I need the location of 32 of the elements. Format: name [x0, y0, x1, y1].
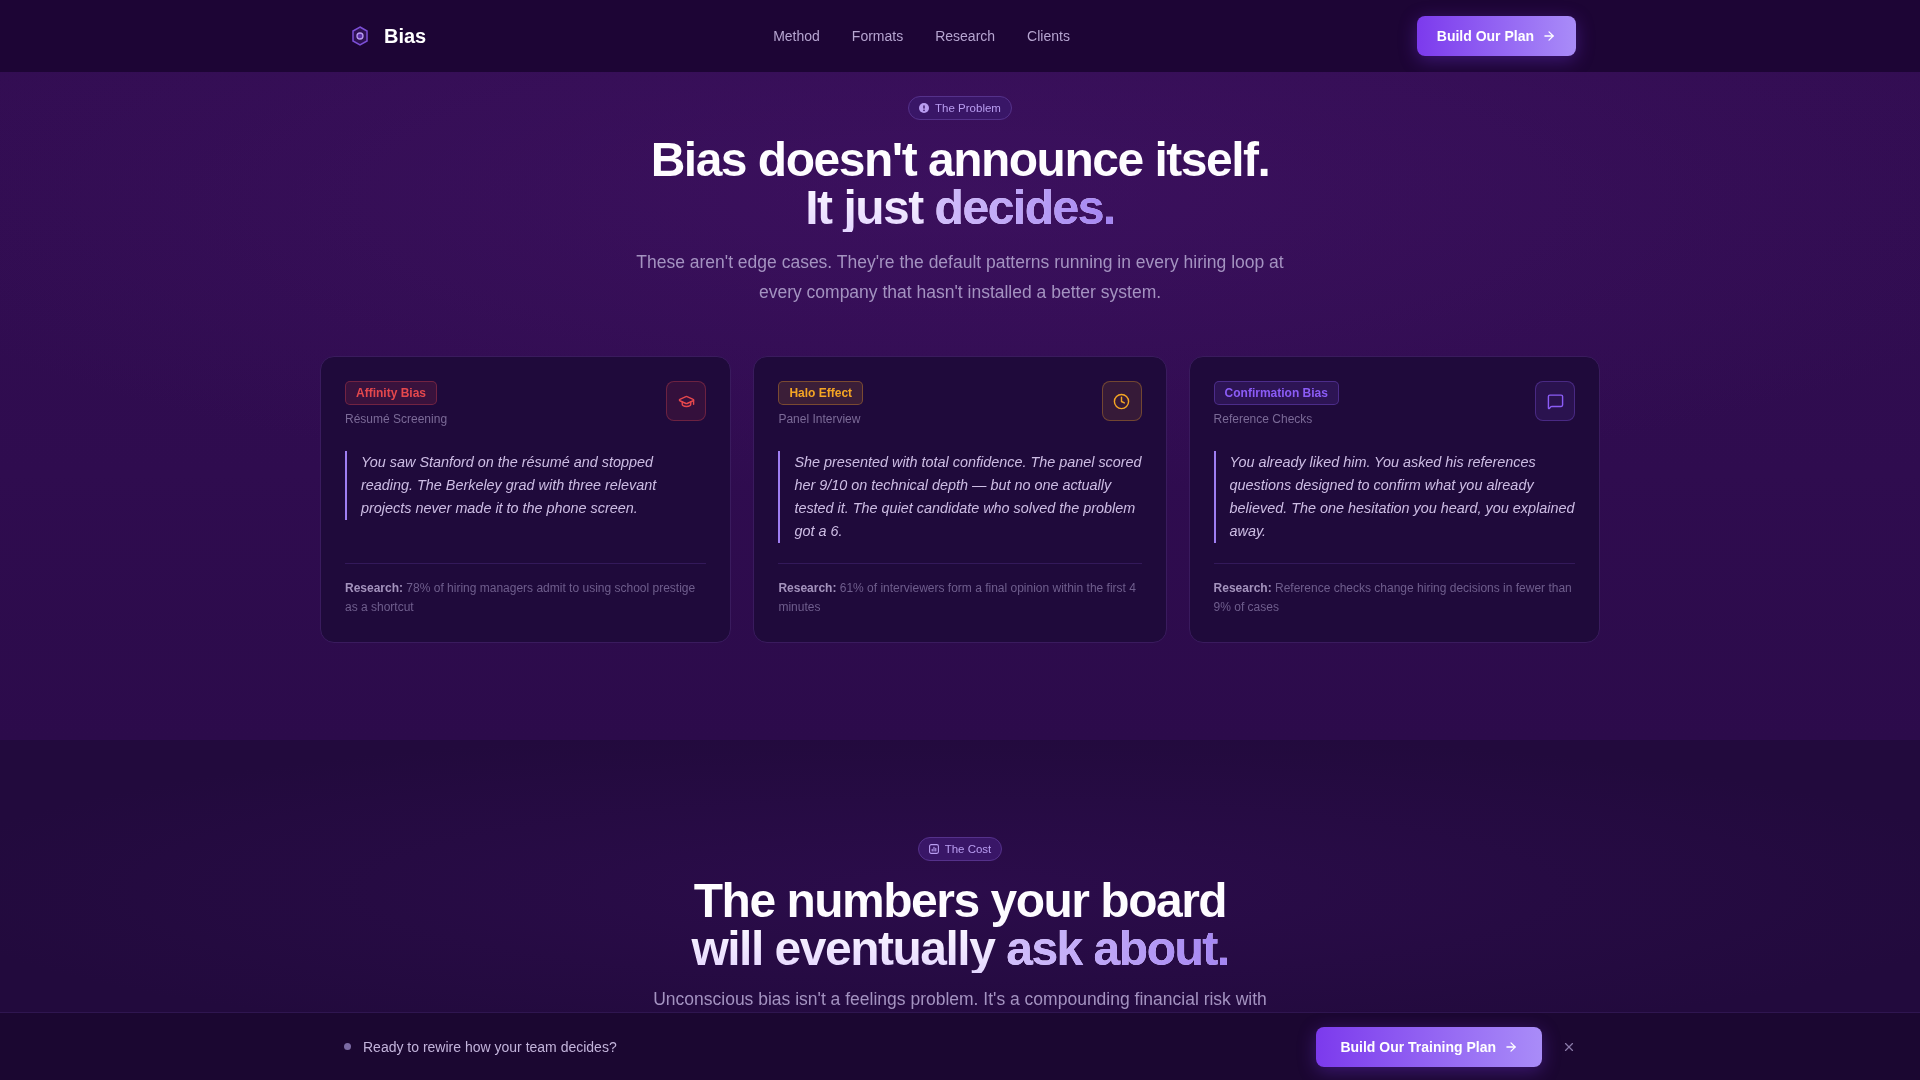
stage-label: Panel Interview: [778, 412, 861, 427]
research-note: Research: Reference checks change hiring decisions in fewer than 9% of cases: [1213, 580, 1573, 616]
section-subtitle: These aren't edge cases. They're the default patterns running in every hiring loop at every company that hasn't installed a better system.: [635, 251, 1285, 304]
section-subtitle: Unconscious bias isn't a feelings problem. It's a compounding financial risk with: [653, 989, 1267, 1009]
bias-tag: Affinity Bias: [345, 381, 437, 405]
bar-chart-icon: [928, 844, 939, 854]
badge-label: The Problem: [935, 102, 1001, 114]
bias-tag: Confirmation Bias: [1213, 381, 1339, 405]
stage-label: Résumé Screening: [345, 412, 448, 427]
scenario-quote: She presented with total confidence. The panel scored her 9/10 on technical depth — but no one actually tested it. The quiet candidate who solved the problem got a 6.: [778, 451, 1142, 543]
research-note: Research: 78% of hiring managers admit to using school prestige as a shortcut: [345, 580, 697, 616]
brand-name: Bias: [384, 24, 427, 48]
graduation-cap-icon: [666, 381, 707, 421]
bias-tag: Halo Effect: [778, 381, 864, 405]
nav-link[interactable]: Research: [935, 28, 996, 44]
build-plan-button[interactable]: Build Our Plan: [1416, 16, 1576, 56]
alert-circle-icon: [919, 103, 930, 113]
arrow-right-icon: [1504, 1039, 1518, 1054]
status-dot-icon: [344, 1043, 351, 1050]
hexagon-logo-icon: [352, 26, 368, 46]
bottom-bar-message: Ready to rewire how your team decides?: [363, 1038, 618, 1055]
nav-link[interactable]: Method: [773, 28, 820, 44]
research-note: Research: 61% of interviewers form a final opinion within the first 4 minutes: [778, 580, 1137, 616]
nav-link[interactable]: Clients: [1027, 28, 1070, 44]
training-plan-button[interactable]: Build Our Training Plan: [1316, 1026, 1542, 1067]
stage-label: Reference Checks: [1213, 412, 1313, 427]
clock-icon: [1101, 381, 1142, 421]
badge-label: The Cost: [944, 843, 992, 855]
speech-bubble-icon: [1535, 381, 1575, 421]
nav-link[interactable]: Formats: [851, 28, 904, 44]
scenario-quote: You already liked him. You asked his references questions designed to confirm what you already believed. The one hesitation you heard, you explained away.: [1213, 451, 1575, 543]
scenario-quote: You saw Stanford on the résumé and stopped reading. The Berkeley grad with three relevant projects never made it to the phone screen.: [345, 451, 707, 520]
